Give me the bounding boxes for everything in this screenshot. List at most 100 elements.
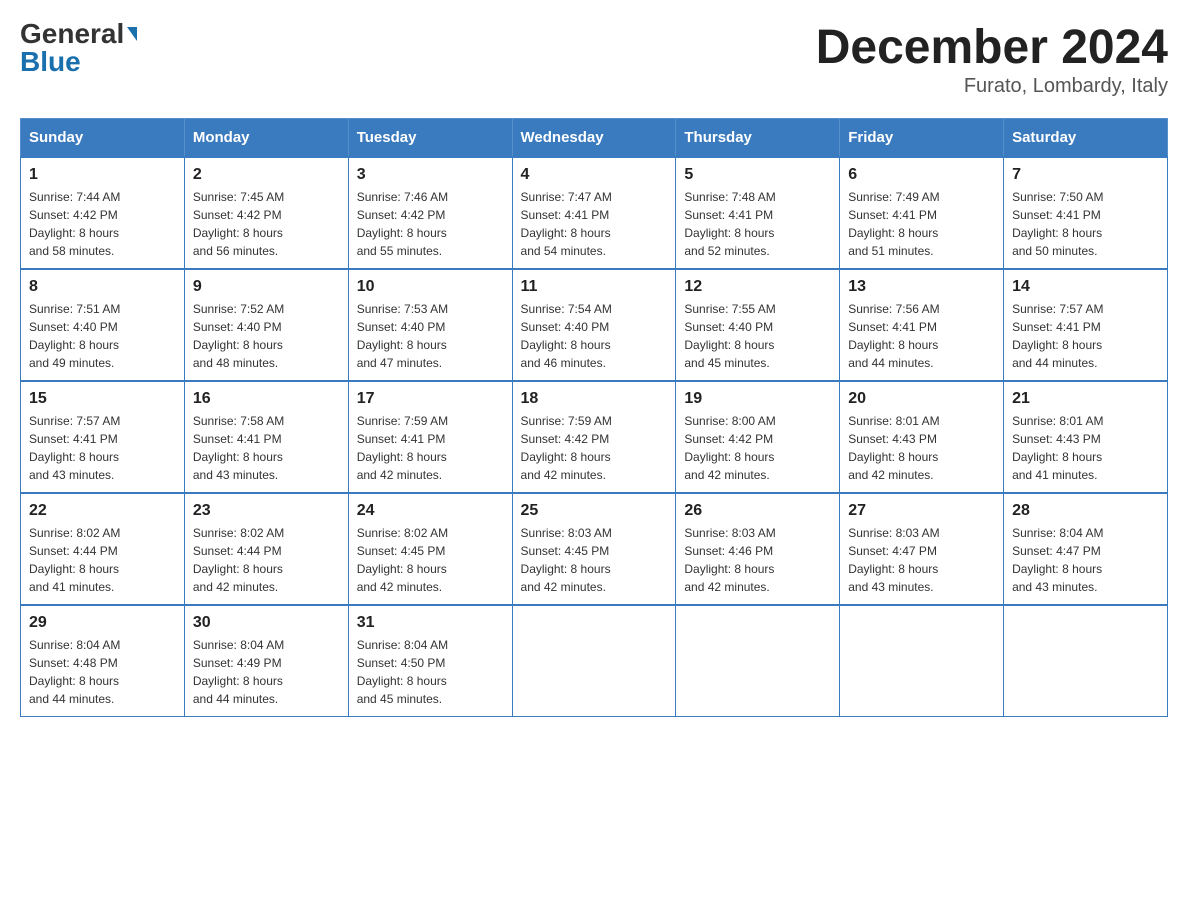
calendar-header-row: SundayMondayTuesdayWednesdayThursdayFrid… [21,119,1168,158]
week-row: 29Sunrise: 8:04 AMSunset: 4:48 PMDayligh… [21,605,1168,717]
day-number: 25 [521,502,668,520]
calendar-cell: 15Sunrise: 7:57 AMSunset: 4:41 PMDayligh… [21,381,185,493]
day-number: 11 [521,278,668,296]
calendar-table: SundayMondayTuesdayWednesdayThursdayFrid… [20,118,1168,717]
day-number: 28 [1012,502,1159,520]
day-info: Sunrise: 8:04 AMSunset: 4:50 PMDaylight:… [357,636,504,708]
day-number: 8 [29,278,176,296]
calendar-cell: 10 Sunrise: 7:53 AMSunset: 4:40 PMDayligh… [348,269,512,381]
day-info: Sunrise: 7:58 AMSunset: 4:41 PMDaylight:… [193,412,340,484]
day-info: Sunrise: 7:59 AMSunset: 4:41 PMDaylight:… [357,412,504,484]
calendar-cell: 24Sunrise: 8:02 AMSunset: 4:45 PMDayligh… [348,493,512,605]
calendar-cell [676,605,840,717]
day-of-week-header: Wednesday [512,119,676,158]
calendar-cell: 2Sunrise: 7:45 AMSunset: 4:42 PMDaylight… [184,157,348,269]
location: Furato, Lombardy, Italy [816,75,1168,98]
day-info: Sunrise: 8:04 AMSunset: 4:48 PMDaylight:… [29,636,176,708]
day-info: Sunrise: 7:50 AMSunset: 4:41 PMDaylight:… [1012,188,1159,260]
day-number: 6 [848,166,995,184]
calendar-cell: 23Sunrise: 8:02 AMSunset: 4:44 PMDayligh… [184,493,348,605]
day-number: 3 [357,166,504,184]
calendar-cell: 27Sunrise: 8:03 AMSunset: 4:47 PMDayligh… [840,493,1004,605]
day-number: 20 [848,390,995,408]
day-info: Sunrise: 8:04 AMSunset: 4:49 PMDaylight:… [193,636,340,708]
calendar-cell: 31 Sunrise: 8:04 AMSunset: 4:50 PMDayligh… [348,605,512,717]
day-info: Sunrise: 7:59 AMSunset: 4:42 PMDaylight:… [521,412,668,484]
day-number: 10 [357,278,504,296]
logo: General Blue [20,20,137,76]
calendar-cell: 26 Sunrise: 8:03 AMSunset: 4:46 PMDayligh… [676,493,840,605]
day-number: 13 [848,278,995,296]
day-info: Sunrise: 7:57 AMSunset: 4:41 PMDaylight:… [29,412,176,484]
calendar-cell: 12 Sunrise: 7:55 AMSunset: 4:40 PMDayligh… [676,269,840,381]
calendar-cell: 18 Sunrise: 7:59 AMSunset: 4:42 PMDayligh… [512,381,676,493]
day-number: 19 [684,390,831,408]
day-of-week-header: Tuesday [348,119,512,158]
calendar-cell [840,605,1004,717]
month-title: December 2024 [816,20,1168,75]
calendar-cell: 6Sunrise: 7:49 AMSunset: 4:41 PMDaylight… [840,157,1004,269]
day-info: Sunrise: 7:54 AMSunset: 4:40 PMDaylight:… [521,300,668,372]
day-number: 12 [684,278,831,296]
day-info: Sunrise: 8:02 AMSunset: 4:45 PMDaylight:… [357,524,504,596]
calendar-cell: 17 Sunrise: 7:59 AMSunset: 4:41 PMDayligh… [348,381,512,493]
calendar-cell: 14 Sunrise: 7:57 AMSunset: 4:41 PMDayligh… [1004,269,1168,381]
day-info: Sunrise: 7:44 AMSunset: 4:42 PMDaylight:… [29,188,176,260]
calendar-cell: 29Sunrise: 8:04 AMSunset: 4:48 PMDayligh… [21,605,185,717]
day-info: Sunrise: 8:04 AMSunset: 4:47 PMDaylight:… [1012,524,1159,596]
day-info: Sunrise: 8:01 AMSunset: 4:43 PMDaylight:… [848,412,995,484]
day-info: Sunrise: 7:56 AMSunset: 4:41 PMDaylight:… [848,300,995,372]
day-number: 9 [193,278,340,296]
calendar-cell: 16Sunrise: 7:58 AMSunset: 4:41 PMDayligh… [184,381,348,493]
day-number: 26 [684,502,831,520]
day-number: 21 [1012,390,1159,408]
day-number: 17 [357,390,504,408]
week-row: 1 Sunrise: 7:44 AMSunset: 4:42 PMDaylight… [21,157,1168,269]
day-info: Sunrise: 7:57 AMSunset: 4:41 PMDaylight:… [1012,300,1159,372]
calendar-cell: 3 Sunrise: 7:46 AMSunset: 4:42 PMDaylight… [348,157,512,269]
day-number: 22 [29,502,176,520]
week-row: 15Sunrise: 7:57 AMSunset: 4:41 PMDayligh… [21,381,1168,493]
calendar-cell: 13 Sunrise: 7:56 AMSunset: 4:41 PMDayligh… [840,269,1004,381]
day-info: Sunrise: 7:47 AMSunset: 4:41 PMDaylight:… [521,188,668,260]
title-block: December 2024 Furato, Lombardy, Italy [816,20,1168,98]
day-number: 14 [1012,278,1159,296]
day-info: Sunrise: 7:51 AMSunset: 4:40 PMDaylight:… [29,300,176,372]
calendar-cell [512,605,676,717]
day-number: 1 [29,166,176,184]
day-number: 31 [357,614,504,632]
day-of-week-header: Friday [840,119,1004,158]
logo-blue-text: Blue [20,48,81,76]
calendar-cell: 7 Sunrise: 7:50 AMSunset: 4:41 PMDaylight… [1004,157,1168,269]
day-info: Sunrise: 8:00 AMSunset: 4:42 PMDaylight:… [684,412,831,484]
calendar-cell: 11 Sunrise: 7:54 AMSunset: 4:40 PMDayligh… [512,269,676,381]
calendar-cell: 30Sunrise: 8:04 AMSunset: 4:49 PMDayligh… [184,605,348,717]
day-info: Sunrise: 8:03 AMSunset: 4:46 PMDaylight:… [684,524,831,596]
day-info: Sunrise: 8:01 AMSunset: 4:43 PMDaylight:… [1012,412,1159,484]
day-of-week-header: Thursday [676,119,840,158]
day-number: 2 [193,166,340,184]
day-info: Sunrise: 7:53 AMSunset: 4:40 PMDaylight:… [357,300,504,372]
week-row: 8 Sunrise: 7:51 AMSunset: 4:40 PMDaylight… [21,269,1168,381]
calendar-cell: 22Sunrise: 8:02 AMSunset: 4:44 PMDayligh… [21,493,185,605]
day-of-week-header: Saturday [1004,119,1168,158]
calendar-cell: 28 Sunrise: 8:04 AMSunset: 4:47 PMDayligh… [1004,493,1168,605]
day-info: Sunrise: 7:48 AMSunset: 4:41 PMDaylight:… [684,188,831,260]
calendar-cell [1004,605,1168,717]
day-number: 18 [521,390,668,408]
calendar-cell: 5 Sunrise: 7:48 AMSunset: 4:41 PMDaylight… [676,157,840,269]
calendar-cell: 4 Sunrise: 7:47 AMSunset: 4:41 PMDaylight… [512,157,676,269]
day-number: 4 [521,166,668,184]
calendar-cell: 21 Sunrise: 8:01 AMSunset: 4:43 PMDayligh… [1004,381,1168,493]
day-info: Sunrise: 8:03 AMSunset: 4:45 PMDaylight:… [521,524,668,596]
day-of-week-header: Sunday [21,119,185,158]
week-row: 22Sunrise: 8:02 AMSunset: 4:44 PMDayligh… [21,493,1168,605]
calendar-cell: 9 Sunrise: 7:52 AMSunset: 4:40 PMDaylight… [184,269,348,381]
calendar-cell: 19 Sunrise: 8:00 AMSunset: 4:42 PMDayligh… [676,381,840,493]
day-number: 23 [193,502,340,520]
day-number: 7 [1012,166,1159,184]
day-info: Sunrise: 7:55 AMSunset: 4:40 PMDaylight:… [684,300,831,372]
day-info: Sunrise: 7:46 AMSunset: 4:42 PMDaylight:… [357,188,504,260]
day-number: 5 [684,166,831,184]
day-info: Sunrise: 7:52 AMSunset: 4:40 PMDaylight:… [193,300,340,372]
